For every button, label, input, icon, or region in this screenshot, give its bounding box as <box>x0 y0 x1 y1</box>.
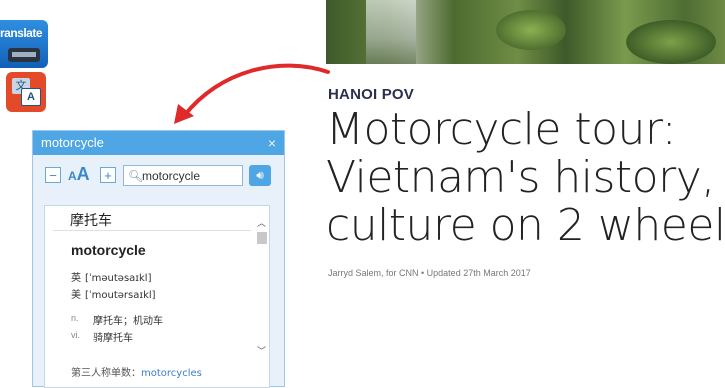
definition-pos: n. <box>71 313 79 323</box>
article-byline: Jarryd Salem, for CNN • Updated 27th Mar… <box>328 268 531 278</box>
definition-text: 骑摩托车 <box>93 333 133 344</box>
uk-phonetic: 英 [ˈməutəsaɪkl] <box>71 273 152 284</box>
divider <box>53 230 251 231</box>
headline-line: Motorcycle tour: <box>326 104 677 155</box>
hero-image <box>326 0 725 64</box>
headline-line: culture on 2 wheels <box>326 200 725 251</box>
chevron-down-icon[interactable]: ﹀ <box>257 344 266 357</box>
headline-line: Vietnam's history, <box>326 152 715 203</box>
definition-pos: vi. <box>71 330 80 340</box>
popup-toolbar: − AA + 🔍︎ 🔊︎ <box>33 164 284 189</box>
third-person-form: 第三人称单数：motorcycles <box>71 368 202 379</box>
article-headline: Motorcycle tour: Vietnam's history, cult… <box>326 106 725 250</box>
popup-header: motorcycle × <box>33 131 284 155</box>
us-phonetic: 美 [ˈmoutərsaɪkl] <box>71 290 156 301</box>
dictionary-extension-icon[interactable]: 文 A <box>6 72 46 112</box>
search-input[interactable] <box>142 168 238 183</box>
increase-font-button[interactable]: + <box>100 167 116 183</box>
speaker-icon[interactable]: 🔊︎ <box>249 165 271 186</box>
dictionary-popup: motorcycle × − AA + 🔍︎ 🔊︎ 摩托车 motorcycle… <box>32 130 285 388</box>
font-size-indicator: AA <box>68 164 90 184</box>
scrollbar-thumb[interactable] <box>257 232 267 244</box>
article-kicker[interactable]: HANOI POV <box>328 86 414 103</box>
keyboard-icon <box>8 48 40 62</box>
headword: motorcycle <box>71 242 146 258</box>
search-box[interactable]: 🔍︎ <box>123 165 243 186</box>
third-person-link[interactable]: motorcycles <box>141 368 202 379</box>
translate-extension-icon[interactable]: ranslate <box>0 20 48 68</box>
red-arrow-annotation <box>174 63 330 124</box>
scrollbar[interactable]: ︿ ﹀ <box>255 206 269 387</box>
translate-label: ranslate <box>0 26 43 40</box>
dict-char-icon-b: A <box>21 88 41 106</box>
close-icon[interactable]: × <box>268 131 276 155</box>
search-icon: 🔍︎ <box>128 169 144 183</box>
chinese-heading: 摩托车 <box>70 213 112 229</box>
decrease-font-button[interactable]: − <box>45 167 61 183</box>
translation-result-panel: 摩托车 motorcycle 英 [ˈməutəsaɪkl] 美 [ˈmoutərs… <box>44 205 270 388</box>
popup-title: motorcycle <box>41 135 104 150</box>
definition-text: 摩托车；机动车 <box>93 316 163 327</box>
chevron-up-icon[interactable]: ︿ <box>257 216 266 229</box>
